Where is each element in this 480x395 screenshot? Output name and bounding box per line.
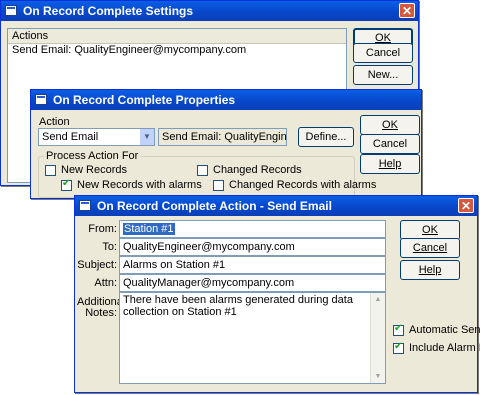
subject-label: Subject: [77, 259, 117, 271]
action-description-field: Send Email: QualityEngineer@myc [158, 128, 287, 146]
properties-titlebar[interactable]: On Record Complete Properties [31, 90, 421, 110]
process-action-group-label: Process Action For [44, 150, 141, 162]
define-button[interactable]: Define... [298, 127, 354, 147]
email-cancel-button[interactable]: Cancel [400, 238, 460, 258]
notes-text: There have been alarms generated during … [123, 294, 353, 318]
email-ok-label: OK [422, 224, 438, 236]
email-help-label: Help [418, 264, 442, 276]
email-title: On Record Complete Action - Send Email [97, 199, 332, 213]
email-help-button[interactable]: Help [400, 260, 460, 280]
attn-field[interactable]: QualityManager@mycompany.com [119, 274, 386, 292]
action-description-text: Send Email: QualityEngineer@myc [162, 131, 287, 143]
settings-cancel-button[interactable]: Cancel [353, 43, 413, 63]
define-label: Define... [305, 131, 347, 143]
settings-new-label: New... [367, 69, 399, 81]
settings-title: On Record Complete Settings [23, 4, 194, 18]
new-records-alarms-label: New Records with alarms [77, 179, 202, 191]
email-cancel-label: Cancel [412, 242, 448, 254]
window-app-icon [35, 94, 47, 105]
properties-window: On Record Complete Properties Action Sen… [30, 89, 422, 199]
list-item[interactable]: Send Email: QualityEngineer@mycompany.co… [12, 44, 246, 56]
properties-title: On Record Complete Properties [53, 93, 236, 107]
include-alarm-list-checkbox[interactable] [393, 341, 404, 354]
changed-records-alarms-checkbox[interactable] [213, 180, 224, 191]
notes-label-line2: Notes: [85, 307, 117, 319]
new-records-label: New Records [61, 164, 128, 176]
automatic-send-checkbox[interactable] [393, 323, 404, 336]
close-icon[interactable]: ✕ [458, 198, 474, 213]
attn-value: QualityManager@mycompany.com [123, 277, 295, 289]
settings-cancel-label: Cancel [365, 47, 401, 59]
to-value: QualityEngineer@mycompany.com [123, 241, 295, 253]
process-action-group: Process Action For [38, 150, 355, 198]
properties-help-button[interactable]: Help [360, 154, 420, 174]
action-select[interactable]: Send Email ▼ [38, 128, 155, 146]
subject-value: Alarms on Station #1 [123, 259, 226, 271]
properties-cancel-button[interactable]: Cancel [360, 134, 420, 154]
email-ok-button[interactable]: OK [400, 220, 460, 240]
window-app-icon [79, 200, 91, 211]
scroll-down-icon[interactable]: ▼ [371, 370, 385, 383]
include-alarm-list-label: Include Alarm List [409, 342, 480, 354]
to-label: To: [102, 241, 117, 253]
subject-field[interactable]: Alarms on Station #1 [119, 256, 386, 274]
automatic-send-label: Automatic Send [409, 324, 480, 336]
scroll-up-icon[interactable]: ▲ [371, 293, 385, 306]
action-label: Action [39, 116, 70, 128]
dropdown-arrow-icon[interactable]: ▼ [140, 129, 154, 145]
settings-titlebar[interactable]: On Record Complete Settings ✕ [1, 1, 418, 21]
to-field[interactable]: QualityEngineer@mycompany.com [119, 238, 386, 256]
window-app-icon [5, 5, 17, 16]
settings-new-button[interactable]: New... [353, 65, 413, 85]
properties-ok-button[interactable]: OK [360, 115, 420, 135]
email-window: On Record Complete Action - Send Email ✕… [74, 195, 480, 393]
properties-cancel-label: Cancel [372, 138, 408, 150]
from-label: From: [88, 223, 117, 235]
notes-textarea[interactable]: There have been alarms generated during … [119, 292, 386, 384]
from-field[interactable]: Station #1 [119, 220, 386, 238]
changed-records-checkbox[interactable] [197, 165, 208, 176]
new-records-checkbox[interactable] [45, 165, 56, 176]
actions-header-label: Actions [12, 30, 49, 42]
properties-ok-label: OK [382, 119, 398, 131]
from-value: Station #1 [123, 223, 175, 235]
action-select-value: Send Email [42, 131, 99, 143]
properties-help-label: Help [378, 158, 402, 170]
changed-records-alarms-label: Changed Records with alarms [229, 179, 377, 191]
close-icon[interactable]: ✕ [399, 3, 415, 18]
changed-records-label: Changed Records [213, 164, 302, 176]
actions-list-header[interactable]: Actions [8, 29, 346, 44]
new-records-alarms-checkbox[interactable] [61, 178, 72, 191]
notes-scrollbar[interactable]: ▲ ▼ [370, 293, 385, 383]
attn-label: Attn: [94, 277, 117, 289]
email-titlebar[interactable]: On Record Complete Action - Send Email ✕ [75, 196, 477, 216]
